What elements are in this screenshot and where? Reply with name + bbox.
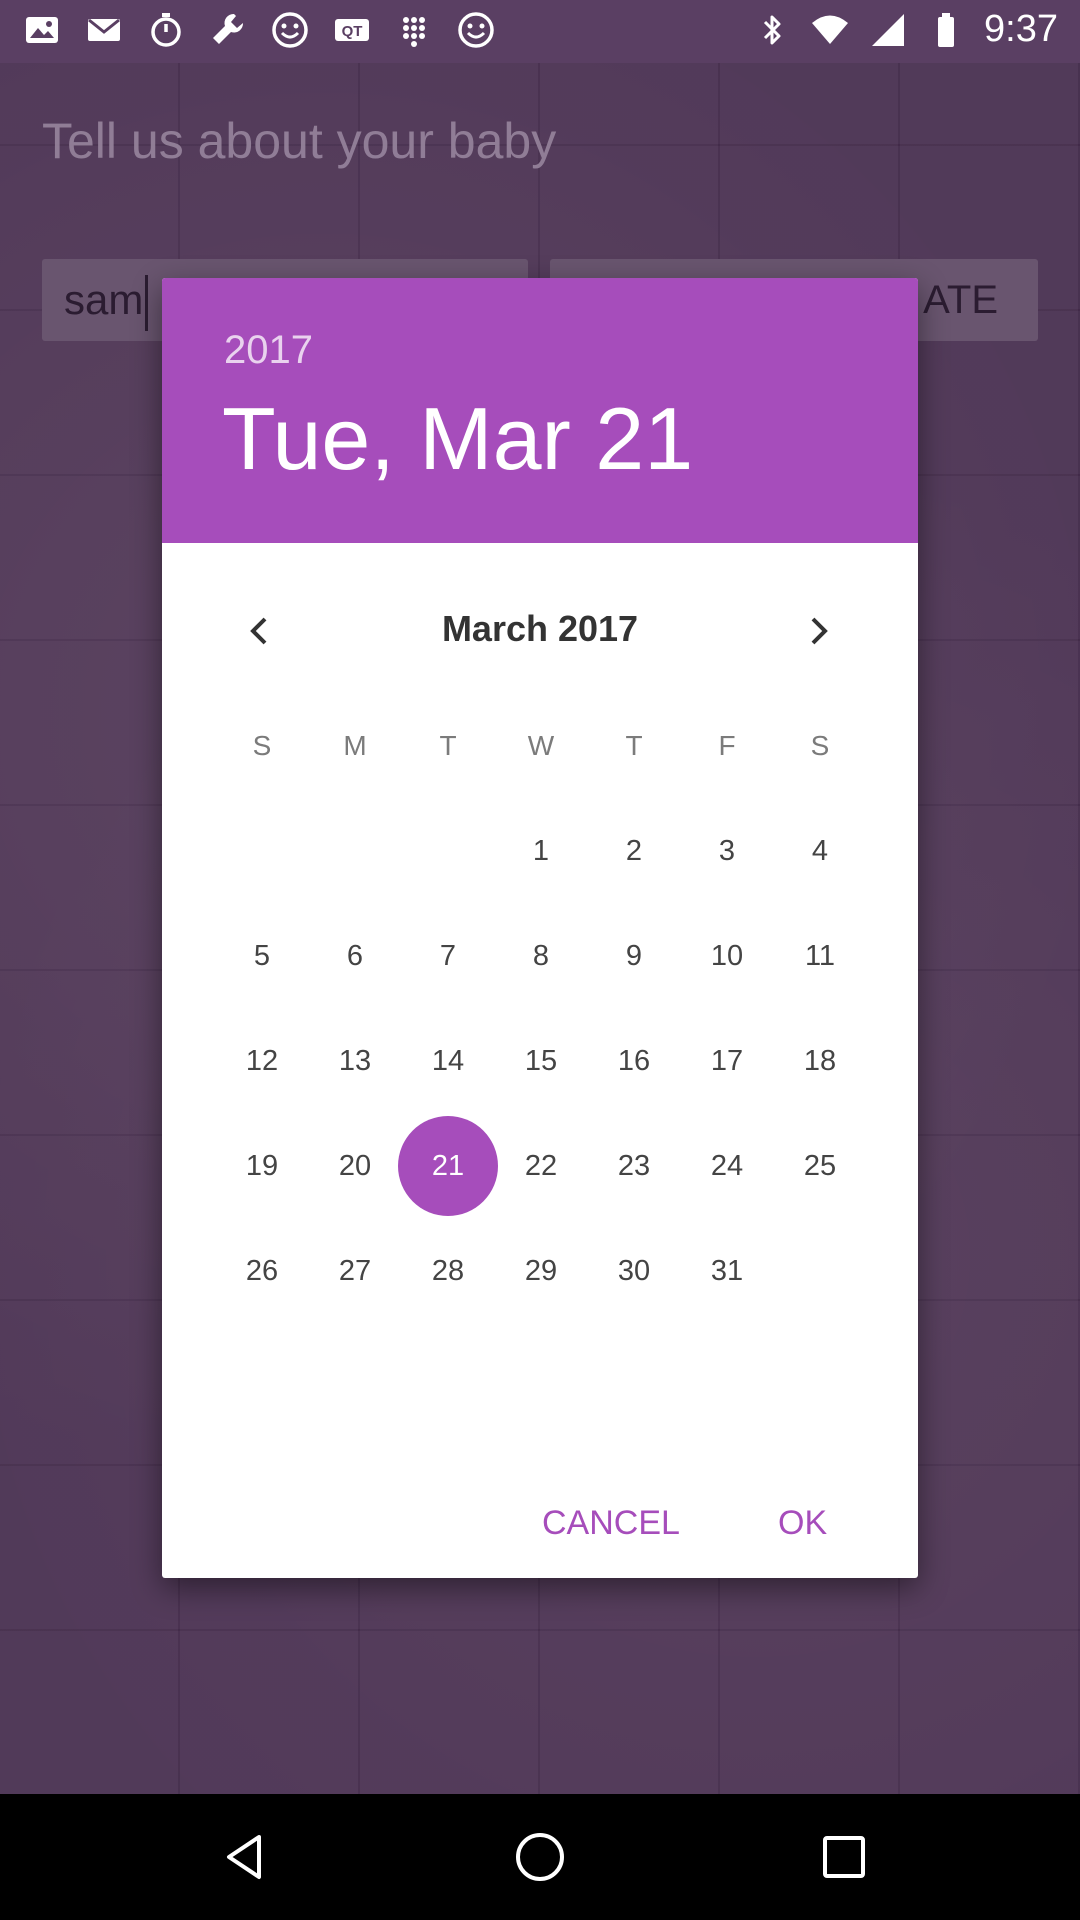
- calendar-day[interactable]: 9: [584, 906, 684, 1006]
- status-bar: QT 9:37: [0, 0, 1080, 63]
- calendar-day[interactable]: 10: [677, 906, 777, 1006]
- calendar-day[interactable]: 5: [212, 906, 312, 1006]
- calendar-day[interactable]: 13: [305, 1011, 405, 1111]
- calendar-day[interactable]: 24: [677, 1116, 777, 1216]
- calendar-day[interactable]: 6: [305, 906, 405, 1006]
- calendar-day[interactable]: 25: [770, 1116, 870, 1216]
- calendar-day[interactable]: 19: [212, 1116, 312, 1216]
- calendar-day[interactable]: 2: [584, 801, 684, 901]
- calendar-day[interactable]: 23: [584, 1116, 684, 1216]
- ok-button[interactable]: OK: [778, 1483, 827, 1563]
- smiley-icon: [270, 10, 310, 50]
- calendar-day[interactable]: 8: [491, 906, 591, 1006]
- calendar-day[interactable]: 3: [677, 801, 777, 901]
- smiley-icon: [456, 10, 496, 50]
- dialog-actions: CANCEL OK: [162, 1483, 918, 1563]
- calendar-day[interactable]: 29: [491, 1221, 591, 1321]
- calendar-day[interactable]: 11: [770, 906, 870, 1006]
- timer-icon: [146, 10, 186, 50]
- weekday-header: F: [718, 730, 736, 761]
- next-month-button[interactable]: [790, 603, 846, 659]
- calendar-day[interactable]: 28: [398, 1221, 498, 1321]
- weekday-header: T: [439, 730, 457, 761]
- weekday-header: M: [343, 730, 367, 761]
- wifi-icon: [810, 10, 850, 50]
- selected-date-label[interactable]: Tue, Mar 21: [222, 388, 693, 490]
- battery-icon: [926, 10, 966, 50]
- calendar-day-selected[interactable]: 21: [398, 1116, 498, 1216]
- bluetooth-icon: [752, 10, 792, 50]
- calendar-day[interactable]: 17: [677, 1011, 777, 1111]
- dialpad-icon: [394, 10, 434, 50]
- calendar-day[interactable]: 1: [491, 801, 591, 901]
- calendar-day[interactable]: 31: [677, 1221, 777, 1321]
- weekday-header-row: SMTWTFS: [162, 730, 918, 780]
- calendar-day[interactable]: 18: [770, 1011, 870, 1111]
- date-picker-header: 2017 Tue, Mar 21: [162, 278, 918, 543]
- chevron-right-icon: [811, 617, 828, 645]
- wrench-icon: [208, 10, 248, 50]
- calendar-day[interactable]: 12: [212, 1011, 312, 1111]
- back-icon[interactable]: [205, 1817, 285, 1897]
- calendar-day[interactable]: 16: [584, 1011, 684, 1111]
- calendar-day[interactable]: 22: [491, 1116, 591, 1216]
- calendar-day[interactable]: 15: [491, 1011, 591, 1111]
- email-icon: [84, 10, 124, 50]
- weekday-header: T: [625, 730, 643, 761]
- signal-icon: [868, 10, 908, 50]
- year-selector[interactable]: 2017: [224, 328, 313, 373]
- calendar-day[interactable]: 14: [398, 1011, 498, 1111]
- calendar-day[interactable]: 4: [770, 801, 870, 901]
- home-icon[interactable]: [500, 1817, 580, 1897]
- status-time: 9:37: [984, 8, 1058, 50]
- weekday-header: S: [252, 730, 272, 761]
- weekday-header: S: [810, 730, 830, 761]
- calendar-day[interactable]: 20: [305, 1116, 405, 1216]
- calendar-day[interactable]: 30: [584, 1221, 684, 1321]
- qt-icon: QT: [332, 10, 372, 50]
- date-picker-dialog: 2017 Tue, Mar 21 March 2017 SMTWTFS 1234…: [162, 278, 918, 1578]
- weekday-header: W: [527, 730, 555, 761]
- recents-icon[interactable]: [804, 1817, 884, 1897]
- cancel-button[interactable]: CANCEL: [542, 1483, 680, 1563]
- calendar-day[interactable]: 27: [305, 1221, 405, 1321]
- calendar-day[interactable]: 7: [398, 906, 498, 1006]
- svg-text:QT: QT: [342, 23, 363, 40]
- navigation-bar: [0, 1794, 1080, 1920]
- calendar-day[interactable]: 26: [212, 1221, 312, 1321]
- photos-icon: [22, 10, 62, 50]
